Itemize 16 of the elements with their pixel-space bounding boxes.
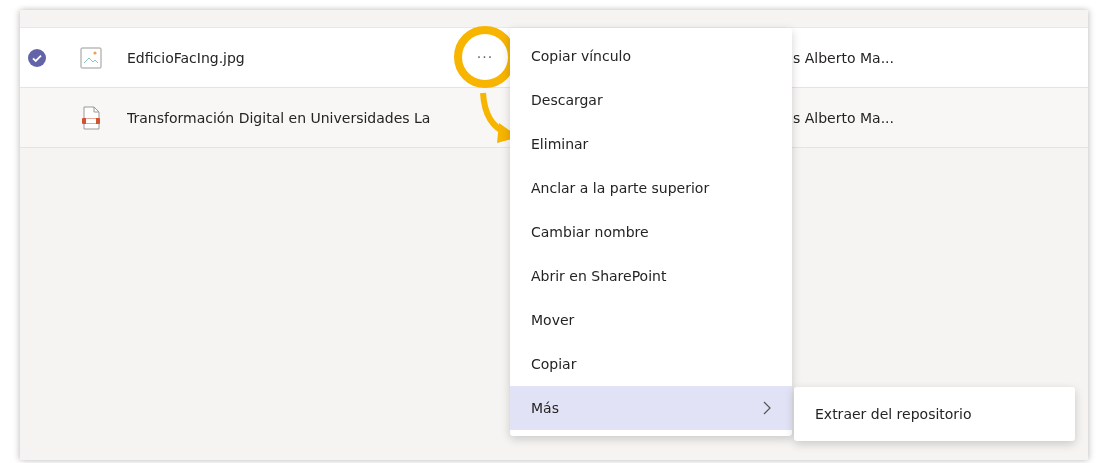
- file-name[interactable]: EdficioFacIng.jpg: [127, 50, 245, 66]
- file-name[interactable]: Transformación Digital en Universidades La: [127, 110, 431, 126]
- menu-item[interactable]: Eliminar: [510, 122, 792, 166]
- menu-item[interactable]: Descargar: [510, 78, 792, 122]
- menu-item[interactable]: Copiar: [510, 342, 792, 386]
- menu-item[interactable]: Extraer del repositorio: [794, 391, 1075, 437]
- image-file-icon: [79, 46, 102, 69]
- owner-name: s Alberto Ma...: [793, 50, 894, 66]
- owner-name: s Alberto Ma...: [793, 110, 894, 126]
- menu-item[interactable]: Más: [510, 386, 792, 430]
- menu-item[interactable]: Copiar vínculo: [510, 34, 792, 78]
- menu-item[interactable]: Cambiar nombre: [510, 210, 792, 254]
- menu-item[interactable]: Anclar a la parte superior: [510, 166, 792, 210]
- menu-item[interactable]: Mover: [510, 298, 792, 342]
- menu-item[interactable]: Abrir en SharePoint: [510, 254, 792, 298]
- checkmark-icon[interactable]: [28, 48, 46, 67]
